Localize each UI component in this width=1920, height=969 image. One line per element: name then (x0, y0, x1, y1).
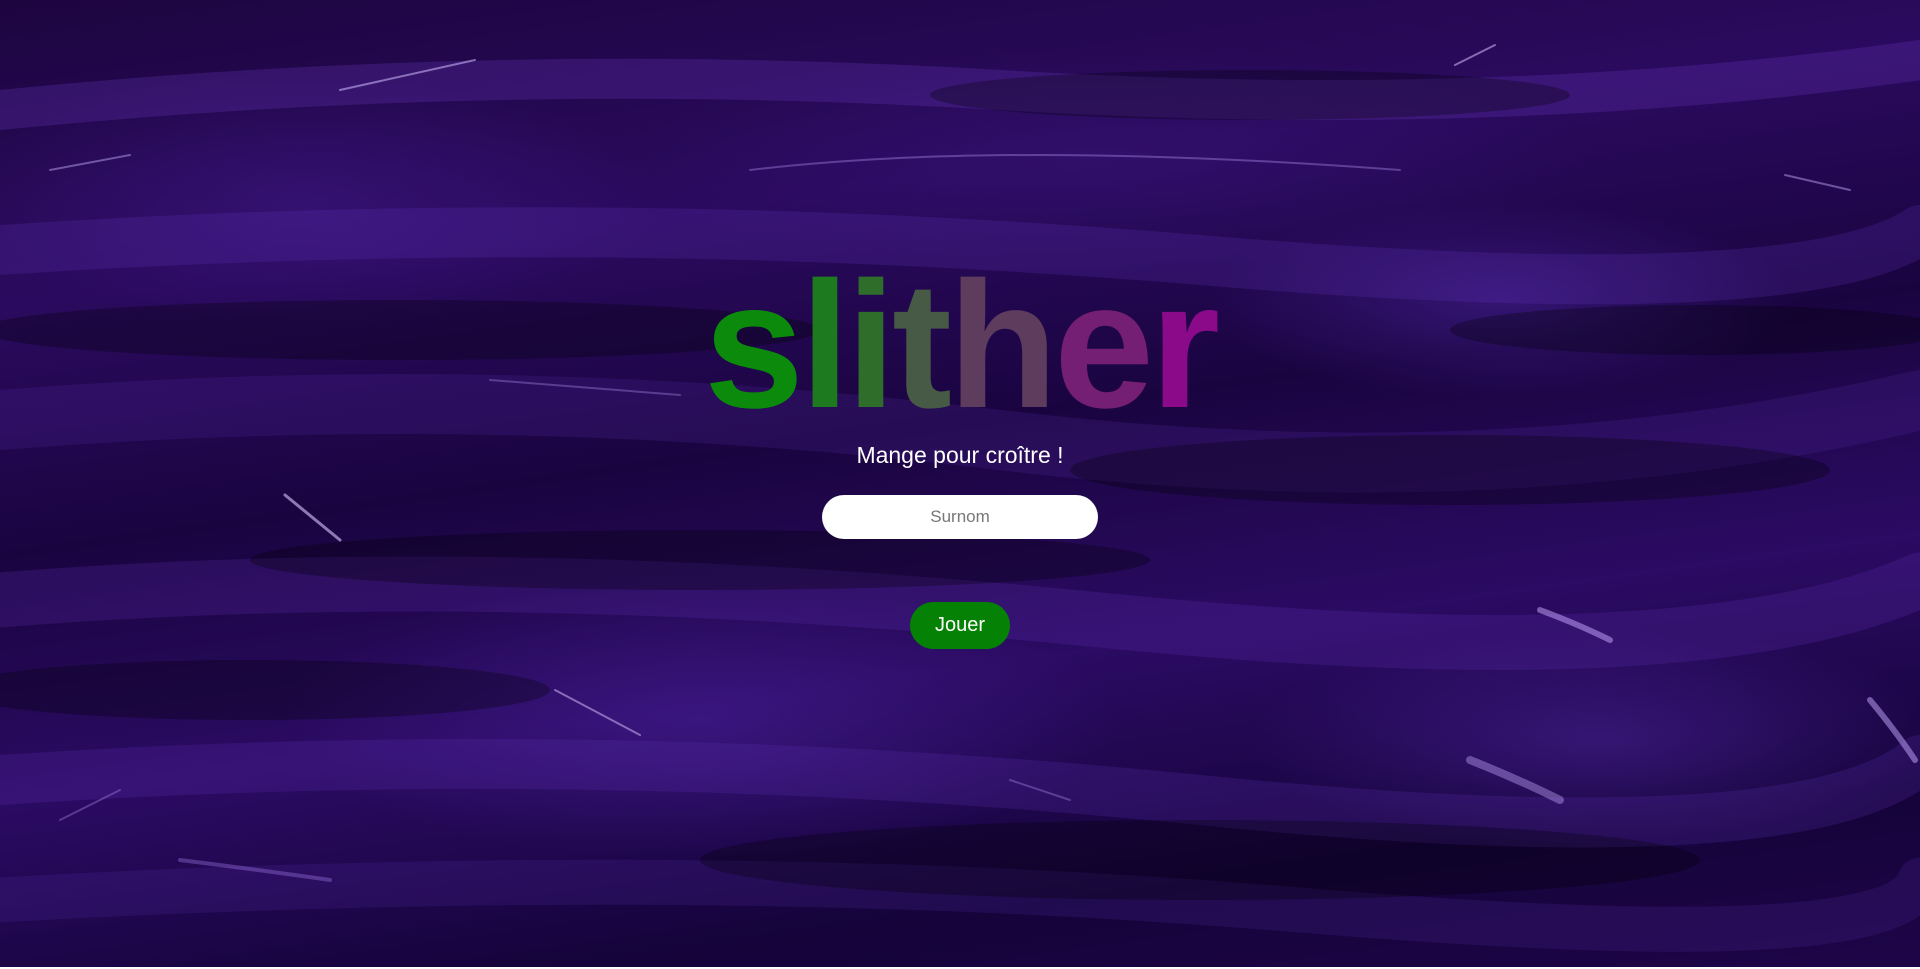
title-letter-h: h (947, 245, 1058, 446)
nickname-input[interactable] (822, 495, 1098, 539)
tagline: Mange pour croître ! (856, 442, 1064, 468)
title-letter-t: t (892, 245, 952, 446)
title-letter-s: s (703, 245, 804, 446)
start-screen: slither Mange pour croître ! Jouer (0, 0, 1920, 967)
title-letter-i: i (846, 245, 896, 446)
play-button[interactable]: Jouer (910, 602, 1010, 649)
title-letter-r: r (1150, 245, 1220, 446)
game-title: slither (0, 256, 1920, 436)
title-letter-l: l (800, 245, 850, 446)
title-letter-e: e (1053, 245, 1154, 446)
